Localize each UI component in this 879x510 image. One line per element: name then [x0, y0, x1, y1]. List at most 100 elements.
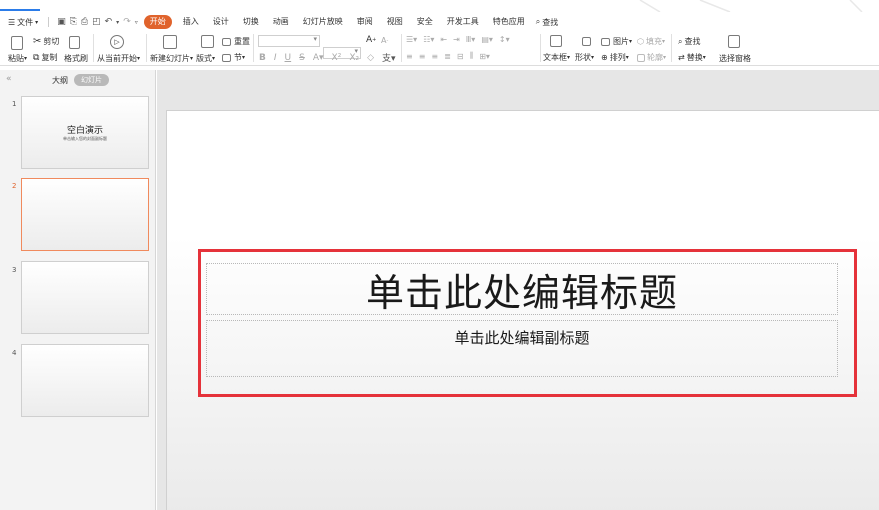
tab-view[interactable]: 视图 — [380, 15, 410, 29]
presentation-app: ☰ 文件 ▾ ▣ ⎘ ⎙ ◰ ↶ ▾ ↷ ▿ 开始 插入 设计 切换 动画 幻灯… — [0, 0, 879, 510]
new-slide-button[interactable]: 新建幻灯片 ▾ — [150, 53, 193, 64]
format-painter-icon[interactable] — [69, 36, 80, 49]
align-text-icon[interactable]: ▤▾ — [481, 35, 493, 44]
copy-button[interactable]: ⧉ 复制 — [33, 52, 57, 63]
collapse-panel-icon[interactable]: « — [6, 74, 12, 84]
section-label: 节 — [234, 53, 242, 62]
reset-icon — [222, 37, 231, 46]
new-slide-icon[interactable] — [163, 35, 177, 49]
textbox-label: 文本框 — [543, 53, 567, 62]
selection-pane-button[interactable]: 选择窗格 — [719, 53, 751, 64]
deco-line — [639, 0, 661, 12]
strikethrough-icon[interactable]: S — [299, 53, 305, 63]
tab-insert[interactable]: 插入 — [176, 15, 206, 29]
tab-home[interactable]: 开始 — [143, 15, 172, 29]
align-center-icon[interactable]: ≡ — [419, 52, 426, 61]
customize-icon[interactable]: ▿ — [135, 19, 138, 26]
clear-format-icon[interactable]: ◇ — [367, 53, 374, 63]
ribbon-toolbar: 粘贴 ▾ ✂ 剪切 ⧉ 复制 格式刷 ▷ 从当前开始 ▾ 新建幻灯片 ▾ 版式 ▾ — [0, 32, 879, 66]
search-button[interactable]: ⌕ 查找 — [536, 17, 558, 28]
file-menu[interactable]: ☰ 文件 ▾ — [8, 17, 38, 28]
columns-icon[interactable]: ⫼ — [470, 51, 474, 61]
format-painter-button[interactable]: 格式刷 — [64, 53, 88, 64]
quick-access-toolbar: ▣ ⎘ ⎙ ◰ ↶ ▾ ↷ ▿ — [44, 17, 138, 27]
print-icon[interactable]: ⎙ — [81, 17, 88, 27]
subscript-icon[interactable]: X₂ — [349, 53, 359, 63]
slide-thumbnail-2[interactable] — [21, 178, 149, 251]
panel-header: « 大纲 幻灯片 — [0, 74, 156, 88]
print-preview-icon[interactable]: ◰ — [92, 17, 101, 27]
reset-button[interactable]: 重置 — [222, 36, 250, 47]
textbox-icon[interactable] — [550, 35, 562, 47]
chevron-down-icon[interactable]: ▾ — [116, 19, 119, 26]
layout-button[interactable]: 版式 ▾ — [196, 53, 215, 64]
slide-thumbnail-1[interactable]: 空白演示 单击输入您的封面副标题 — [21, 96, 149, 169]
chevron-down-icon: ▾ — [190, 55, 194, 62]
tab-slideshow[interactable]: 幻灯片放映 — [296, 15, 350, 29]
deco-line — [699, 0, 731, 12]
undo-icon[interactable]: ↶ — [105, 17, 113, 27]
export-pdf-icon[interactable]: ⎘ — [70, 17, 77, 27]
outline-button[interactable]: 轮廓 ▾ — [637, 52, 666, 63]
section-icon — [222, 53, 231, 62]
chevron-down-icon: ▾ — [137, 55, 141, 62]
textbox-button[interactable]: 文本框 ▾ — [543, 52, 570, 63]
font-family-dropdown[interactable] — [258, 35, 320, 47]
tab-transitions[interactable]: 切换 — [236, 15, 266, 29]
shape-icon[interactable] — [578, 34, 592, 48]
shrink-font-icon[interactable]: A- — [381, 36, 388, 45]
shape-button[interactable]: 形状 ▾ — [575, 52, 594, 63]
replace-button[interactable]: ⇄ 替换 ▾ — [678, 52, 706, 63]
text-style-icon[interactable]: 支▾ — [382, 51, 396, 64]
tab-outline[interactable]: 大纲 — [52, 75, 68, 86]
line-spacing-icon[interactable]: ↕▾ — [499, 35, 510, 44]
highlight-box — [198, 249, 857, 397]
from-current-label: 从当前开始 — [97, 54, 137, 63]
from-current-slide-button[interactable]: 从当前开始 ▾ — [97, 53, 140, 64]
section-button[interactable]: 节 ▾ — [222, 52, 245, 63]
grow-font-icon[interactable]: A + — [366, 35, 376, 45]
picture-button[interactable]: 图片 ▾ — [601, 36, 632, 47]
tab-developer[interactable]: 开发工具 — [440, 15, 486, 29]
arrange-button[interactable]: ⊕ 排列 ▾ — [601, 52, 629, 63]
align-right-icon[interactable]: ≡ — [431, 52, 438, 61]
tab-special-apps[interactable]: 特色应用 — [486, 15, 532, 29]
picture-label: 图片 — [613, 37, 629, 46]
text-direction-icon[interactable]: Ⅲ▾ — [466, 35, 476, 44]
font-color-icon[interactable]: A▾ — [313, 53, 324, 63]
tab-animations[interactable]: 动画 — [266, 15, 296, 29]
tab-design[interactable]: 设计 — [206, 15, 236, 29]
play-icon[interactable]: ▷ — [110, 35, 124, 49]
align-left-icon[interactable]: ≡ — [406, 52, 413, 61]
cut-button[interactable]: ✂ 剪切 — [33, 36, 59, 47]
tab-slides[interactable]: 幻灯片 — [74, 74, 109, 86]
distribute-icon[interactable]: ⊟ — [457, 52, 464, 61]
fill-button[interactable]: ⬡ 填充 ▾ — [637, 36, 665, 47]
bold-icon[interactable]: B — [259, 53, 266, 63]
scissors-icon: ✂ — [33, 36, 42, 47]
tab-security[interactable]: 安全 — [410, 15, 440, 29]
redo-icon[interactable]: ↷ — [123, 17, 131, 27]
italic-icon[interactable]: I — [274, 53, 277, 63]
divider — [146, 34, 147, 62]
find-button[interactable]: ⌕ 查找 — [678, 36, 700, 47]
selection-pane-icon[interactable] — [728, 35, 740, 48]
superscript-icon[interactable]: X² — [332, 53, 342, 63]
slide-thumbnail-4[interactable] — [21, 344, 149, 417]
decrease-indent-icon[interactable]: ⇤ — [440, 35, 447, 44]
paste-button[interactable]: 粘贴 ▾ — [8, 53, 27, 64]
justify-icon[interactable]: ≣ — [444, 52, 451, 61]
paste-icon[interactable] — [11, 36, 23, 50]
search-icon: ⌕ — [535, 17, 541, 26]
replace-icon: ⇄ — [678, 53, 685, 62]
deco-line — [849, 0, 863, 12]
underline-icon[interactable]: U — [285, 53, 292, 63]
numbered-list-icon[interactable]: ☷▾ — [423, 35, 434, 44]
increase-indent-icon[interactable]: ⇥ — [453, 35, 460, 44]
column-spacing-icon[interactable]: ⊞▾ — [479, 52, 490, 61]
layout-icon[interactable] — [201, 35, 214, 48]
tab-review[interactable]: 审阅 — [350, 15, 380, 29]
save-icon[interactable]: ▣ — [57, 17, 66, 27]
slide-thumbnail-3[interactable] — [21, 261, 149, 334]
bullet-list-icon[interactable]: ☰▾ — [406, 35, 417, 44]
